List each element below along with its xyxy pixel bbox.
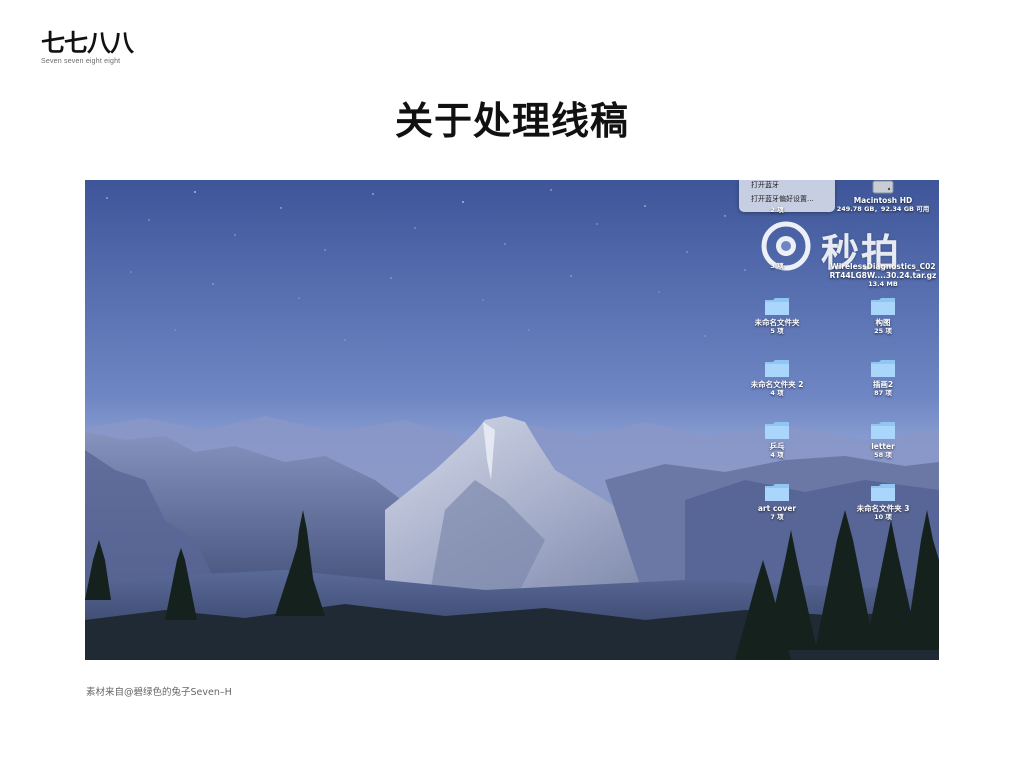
desktop-screenshot: 打开蓝牙 打开蓝牙偏好设置... 秒拍 Macintosh HD 249.78 …: [85, 180, 939, 660]
hard-drive-icon: [872, 180, 894, 194]
icon-sublabel: 87 项: [874, 389, 892, 397]
folder-icon: [871, 484, 895, 501]
desktop-icon-folder[interactable]: 3 项: [722, 262, 832, 271]
icon-label: Macintosh HD: [853, 196, 913, 205]
icon-sublabel: 4 项: [770, 451, 784, 459]
folder-icon: [871, 298, 895, 315]
desktop-icon-folder[interactable]: art cover 7 项: [722, 482, 832, 522]
icon-label: 未命名文件夹 3: [856, 504, 910, 513]
desktop-icon-folder[interactable]: 构图 25 项: [828, 296, 938, 336]
icon-sublabel: 25 项: [874, 327, 892, 335]
desktop-icon-archive[interactable]: WirelessDiagnostics_C02 RT44LG8W....30.2…: [828, 262, 938, 289]
icon-sublabel: 13.4 MB: [868, 280, 898, 288]
desktop-icon-folder[interactable]: 未命名文件夹 3 10 项: [828, 482, 938, 522]
desktop-icon-folder[interactable]: 2 项: [722, 206, 832, 215]
icon-label: 插画2: [872, 380, 894, 389]
logo-mark: 七七八八: [41, 29, 134, 57]
menu-item-bluetooth-prefs[interactable]: 打开蓝牙偏好设置...: [739, 192, 835, 206]
icon-label: 构图: [875, 318, 891, 327]
desktop-icon-folder[interactable]: 未命名文件夹 5 项: [722, 296, 832, 336]
icon-sublabel: 7 项: [770, 513, 784, 521]
desktop-icon-macintosh-hd[interactable]: Macintosh HD 249.78 GB，92.34 GB 可用: [828, 180, 938, 214]
folder-icon: [871, 360, 895, 377]
desktop-icon-folder[interactable]: 插画2 87 项: [828, 358, 938, 398]
icon-label: 未命名文件夹: [754, 318, 800, 327]
icon-label: letter: [871, 442, 895, 451]
icon-sublabel: 2 项: [770, 206, 784, 214]
menu-item-open-bluetooth[interactable]: 打开蓝牙: [739, 180, 835, 192]
icon-sublabel: 3 项: [770, 262, 784, 270]
folder-icon: [871, 422, 895, 439]
desktop-icon-folder[interactable]: 乒乓 4 项: [722, 420, 832, 460]
icon-sublabel: 10 项: [874, 513, 892, 521]
folder-icon: [765, 484, 789, 501]
brand-logo: 七七八八 Seven seven eight eight: [41, 29, 134, 65]
folder-icon: [765, 360, 789, 377]
folder-icon: [765, 422, 789, 439]
desktop-icon-folder[interactable]: 未命名文件夹 2 4 项: [722, 358, 832, 398]
folder-icon: [765, 298, 789, 315]
icon-label: RT44LG8W....30.24.tar.gz: [829, 271, 937, 280]
icon-sublabel: 5 项: [770, 327, 784, 335]
icon-sublabel: 58 项: [874, 451, 892, 459]
icon-sublabel: 4 项: [770, 389, 784, 397]
page-title: 关于处理线稿: [394, 99, 629, 143]
icon-label: art cover: [757, 504, 797, 513]
icon-label: 未命名文件夹 2: [750, 380, 804, 389]
source-caption: 素材来自@碧绿色的兔子Seven–H: [86, 687, 232, 698]
icon-label: 乒乓: [769, 442, 785, 451]
logo-subtitle: Seven seven eight eight: [41, 58, 121, 65]
desktop-icon-folder[interactable]: letter 58 项: [828, 420, 938, 460]
icon-label: WirelessDiagnostics_C02: [830, 262, 936, 271]
icon-sublabel: 249.78 GB，92.34 GB 可用: [836, 205, 930, 213]
